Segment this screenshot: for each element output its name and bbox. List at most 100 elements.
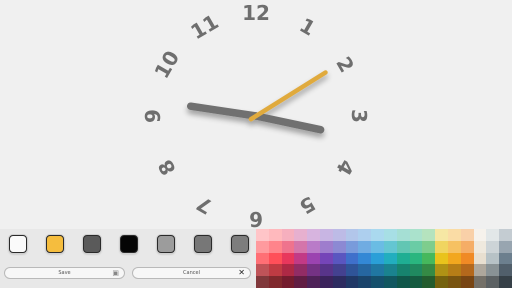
palette-cell-1-14[interactable] xyxy=(435,240,448,253)
palette-cell-1-15[interactable] xyxy=(448,240,461,253)
palette-cell-1-19[interactable] xyxy=(499,240,512,253)
palette-cell-4-1[interactable] xyxy=(268,276,282,288)
palette-cell-1-13[interactable] xyxy=(422,240,436,253)
swatch-light-gray[interactable] xyxy=(157,235,175,253)
palette-cell-4-15[interactable] xyxy=(448,276,461,288)
palette-cell-2-8[interactable] xyxy=(358,252,372,265)
palette-cell-3-15[interactable] xyxy=(448,264,461,277)
palette-cell-0-18[interactable] xyxy=(486,229,500,241)
palette-cell-2-2[interactable] xyxy=(281,252,295,265)
palette-cell-0-11[interactable] xyxy=(396,229,410,241)
palette-cell-0-12[interactable] xyxy=(409,229,423,241)
palette-cell-4-19[interactable] xyxy=(499,276,512,288)
palette-cell-4-2[interactable] xyxy=(281,276,295,288)
palette-cell-3-9[interactable] xyxy=(371,264,384,277)
palette-cell-0-16[interactable] xyxy=(460,229,474,241)
palette-cell-1-11[interactable] xyxy=(396,240,410,253)
palette-cell-3-0[interactable] xyxy=(256,264,269,277)
palette-cell-3-4[interactable] xyxy=(307,264,320,277)
palette-cell-1-7[interactable] xyxy=(345,240,359,253)
palette-cell-1-2[interactable] xyxy=(281,240,295,253)
palette-cell-2-7[interactable] xyxy=(345,252,359,265)
swatch-dark-gray[interactable] xyxy=(83,235,101,253)
palette-cell-1-8[interactable] xyxy=(358,240,372,253)
palette-cell-1-17[interactable] xyxy=(473,240,487,253)
palette-cell-2-12[interactable] xyxy=(409,252,423,265)
palette-cell-1-5[interactable] xyxy=(320,240,333,253)
palette-cell-3-1[interactable] xyxy=(268,264,282,277)
palette-cell-0-19[interactable] xyxy=(499,229,512,241)
palette-cell-3-13[interactable] xyxy=(422,264,436,277)
swatch-black[interactable] xyxy=(120,235,138,253)
palette-cell-4-8[interactable] xyxy=(358,276,372,288)
palette-cell-4-9[interactable] xyxy=(371,276,384,288)
palette-cell-3-14[interactable] xyxy=(435,264,448,277)
palette-cell-0-13[interactable] xyxy=(422,229,436,241)
palette-cell-4-5[interactable] xyxy=(320,276,333,288)
palette-cell-0-2[interactable] xyxy=(281,229,295,241)
palette-cell-3-12[interactable] xyxy=(409,264,423,277)
palette-cell-0-10[interactable] xyxy=(384,229,397,241)
palette-cell-2-18[interactable] xyxy=(486,252,500,265)
palette-cell-2-4[interactable] xyxy=(307,252,320,265)
palette-cell-4-7[interactable] xyxy=(345,276,359,288)
palette-cell-2-17[interactable] xyxy=(473,252,487,265)
palette-cell-4-18[interactable] xyxy=(486,276,500,288)
palette-cell-4-17[interactable] xyxy=(473,276,487,288)
palette-cell-0-15[interactable] xyxy=(448,229,461,241)
palette-cell-3-10[interactable] xyxy=(384,264,397,277)
palette-cell-3-6[interactable] xyxy=(332,264,346,277)
palette-cell-0-9[interactable] xyxy=(371,229,384,241)
palette-cell-4-3[interactable] xyxy=(294,276,308,288)
palette-cell-3-19[interactable] xyxy=(499,264,512,277)
palette-cell-4-0[interactable] xyxy=(256,276,269,288)
palette-cell-3-2[interactable] xyxy=(281,264,295,277)
cancel-button[interactable]: Cancel ✕ xyxy=(132,267,251,279)
palette-cell-3-17[interactable] xyxy=(473,264,487,277)
palette-cell-0-6[interactable] xyxy=(332,229,346,241)
palette-cell-3-11[interactable] xyxy=(396,264,410,277)
palette-cell-2-0[interactable] xyxy=(256,252,269,265)
palette-cell-4-4[interactable] xyxy=(307,276,320,288)
palette-cell-1-9[interactable] xyxy=(371,240,384,253)
palette-cell-1-12[interactable] xyxy=(409,240,423,253)
palette-cell-0-5[interactable] xyxy=(320,229,333,241)
swatch-white[interactable] xyxy=(9,235,27,253)
palette-cell-4-12[interactable] xyxy=(409,276,423,288)
swatch-gray[interactable] xyxy=(231,235,249,253)
palette-cell-2-5[interactable] xyxy=(320,252,333,265)
palette-cell-4-13[interactable] xyxy=(422,276,436,288)
swatch-medium-gray[interactable] xyxy=(194,235,212,253)
palette-cell-0-14[interactable] xyxy=(435,229,448,241)
palette-cell-3-5[interactable] xyxy=(320,264,333,277)
palette-cell-2-19[interactable] xyxy=(499,252,512,265)
palette-cell-2-16[interactable] xyxy=(460,252,474,265)
palette-cell-0-8[interactable] xyxy=(358,229,372,241)
save-button[interactable]: Save ▣ xyxy=(4,267,125,279)
palette-cell-1-1[interactable] xyxy=(268,240,282,253)
palette-cell-2-14[interactable] xyxy=(435,252,448,265)
palette-cell-3-3[interactable] xyxy=(294,264,308,277)
palette-cell-0-1[interactable] xyxy=(268,229,282,241)
palette-cell-0-7[interactable] xyxy=(345,229,359,241)
palette-cell-1-18[interactable] xyxy=(486,240,500,253)
palette-cell-1-6[interactable] xyxy=(332,240,346,253)
palette-cell-2-9[interactable] xyxy=(371,252,384,265)
palette-cell-3-8[interactable] xyxy=(358,264,372,277)
palette-cell-2-10[interactable] xyxy=(384,252,397,265)
palette-cell-2-11[interactable] xyxy=(396,252,410,265)
palette-cell-1-0[interactable] xyxy=(256,240,269,253)
palette-cell-1-10[interactable] xyxy=(384,240,397,253)
palette-cell-4-10[interactable] xyxy=(384,276,397,288)
palette-cell-3-18[interactable] xyxy=(486,264,500,277)
palette-cell-4-14[interactable] xyxy=(435,276,448,288)
palette-cell-2-1[interactable] xyxy=(268,252,282,265)
palette-cell-2-13[interactable] xyxy=(422,252,436,265)
palette-cell-4-6[interactable] xyxy=(332,276,346,288)
swatch-amber[interactable] xyxy=(46,235,64,253)
palette-cell-1-16[interactable] xyxy=(460,240,474,253)
palette-cell-0-17[interactable] xyxy=(473,229,487,241)
palette-cell-1-3[interactable] xyxy=(294,240,308,253)
palette-cell-0-4[interactable] xyxy=(307,229,320,241)
palette-cell-0-0[interactable] xyxy=(256,229,269,241)
